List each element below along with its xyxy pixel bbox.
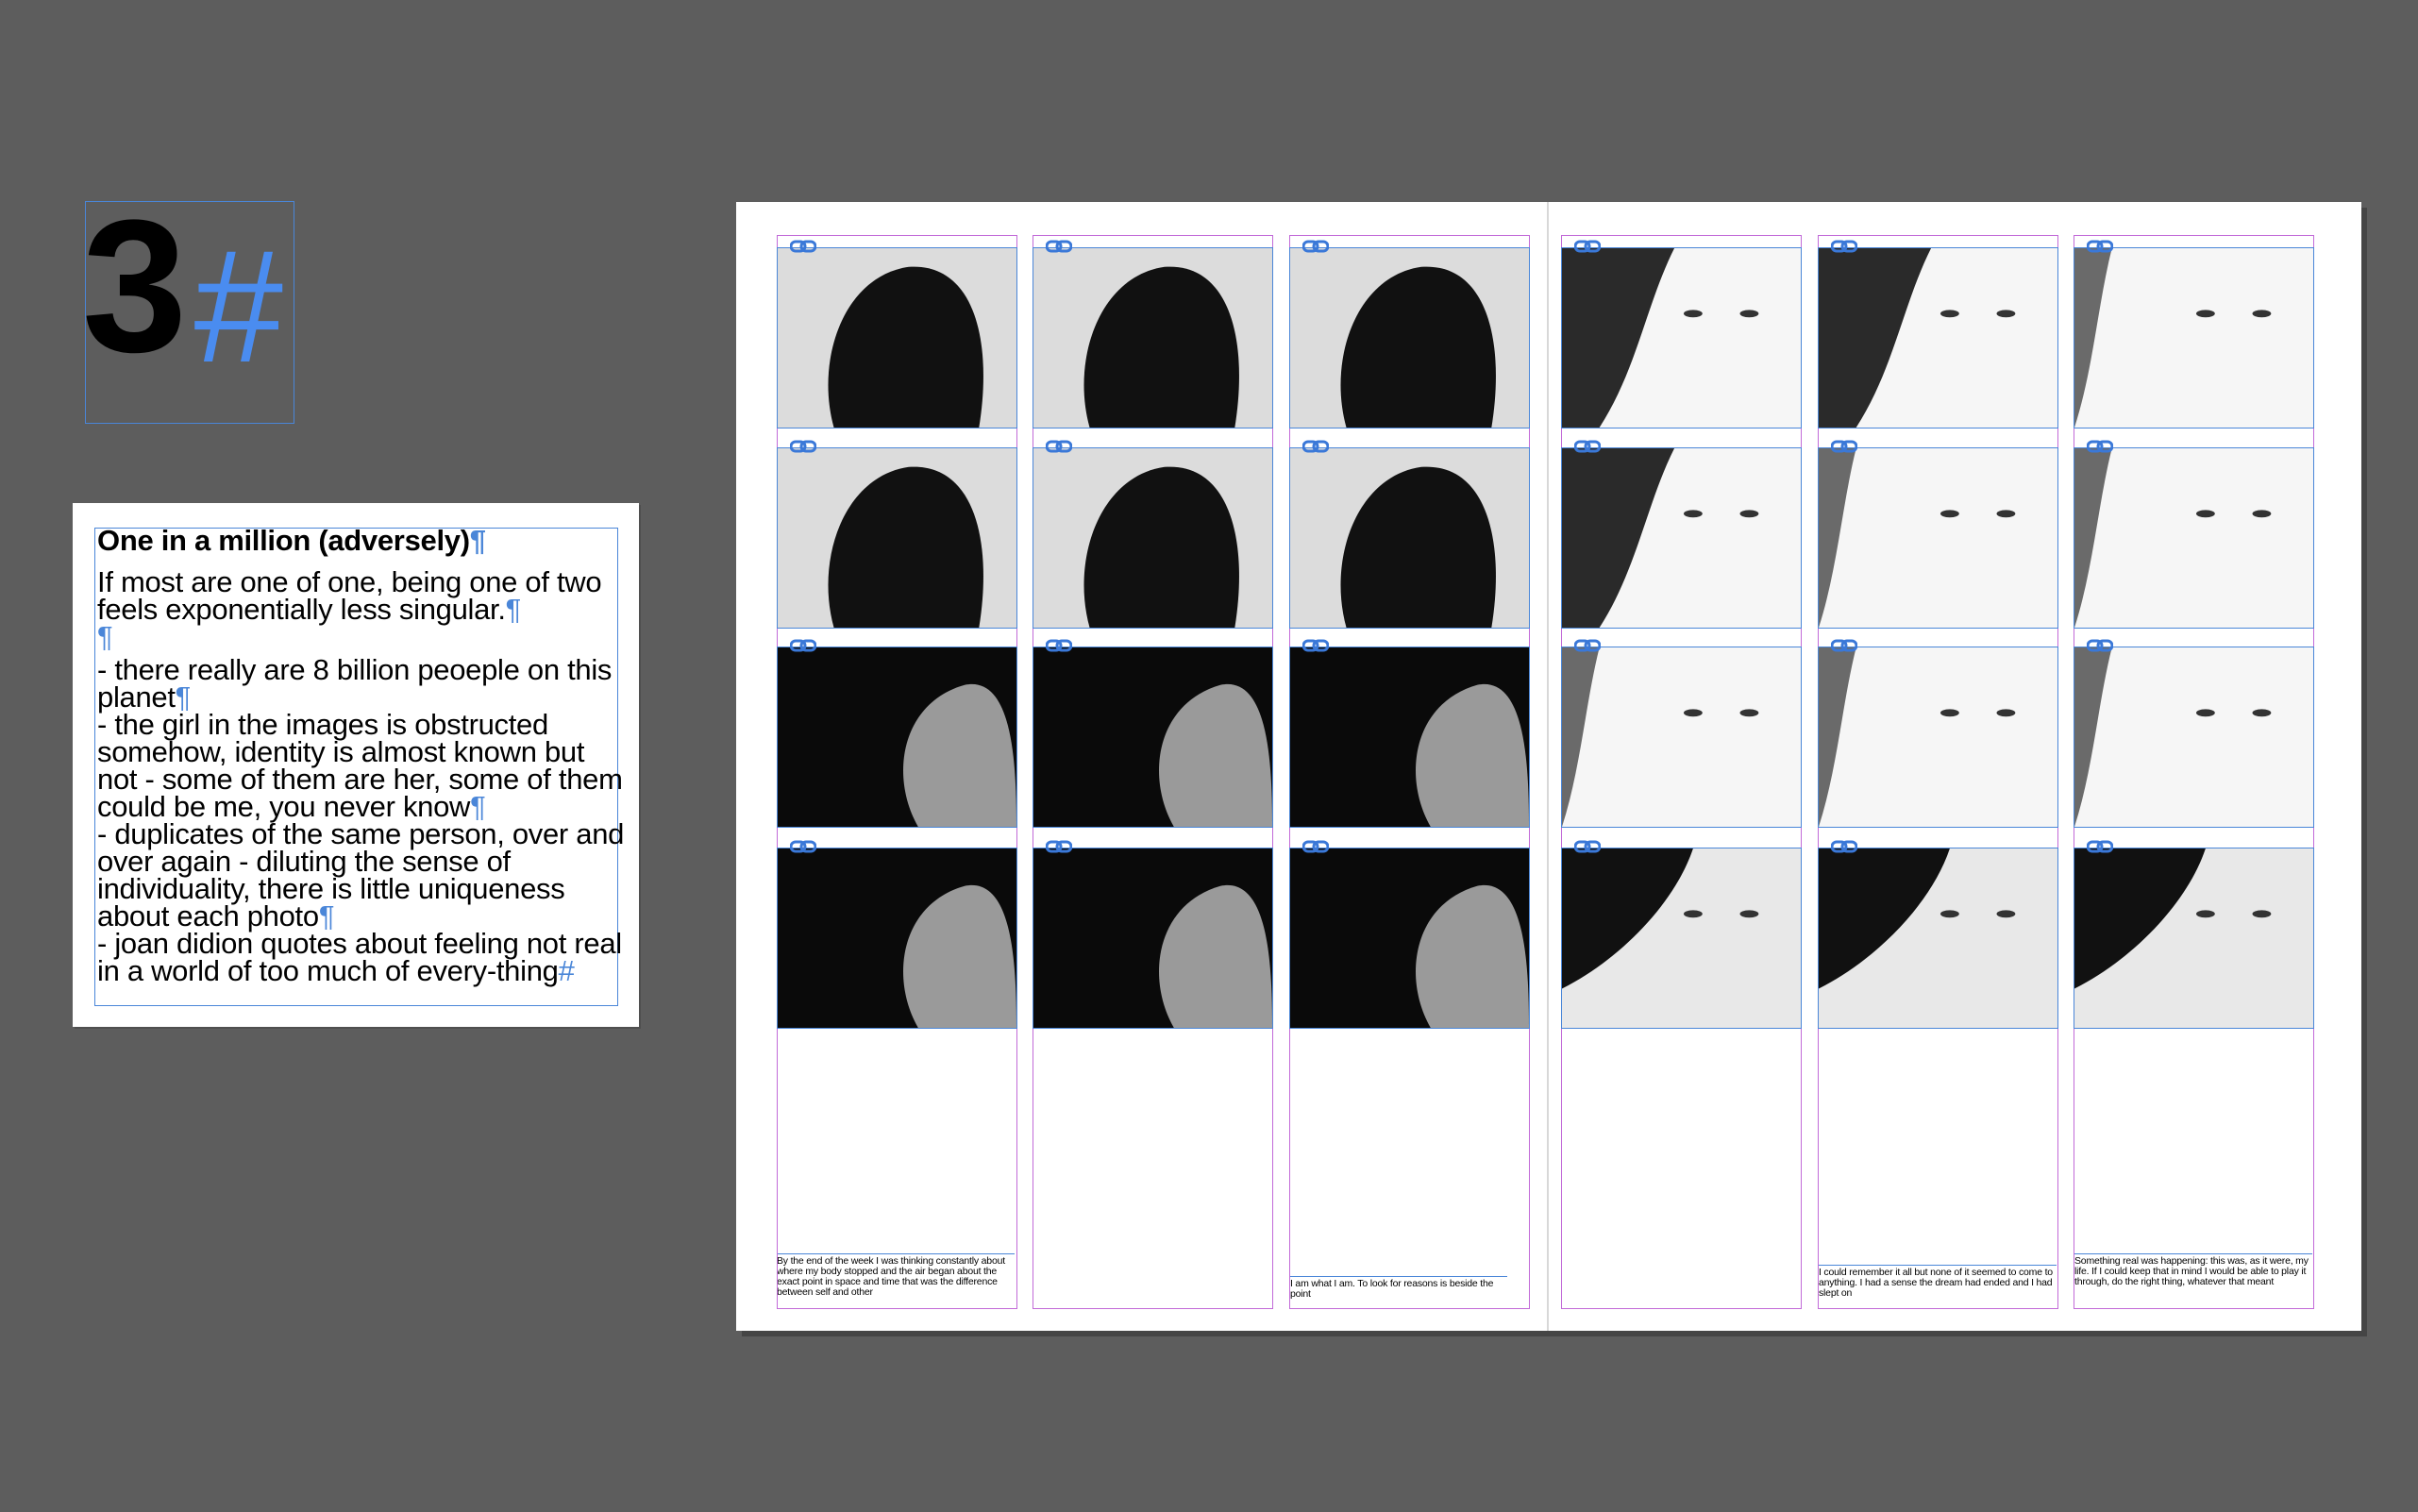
link-icon[interactable] [789,840,817,853]
notes-paragraph: - joan didion quotes about feeling not r… [97,927,622,987]
photo-frame[interactable] [1818,247,2058,428]
notes-paragraph: If most are one of one, being one of two… [97,565,602,626]
photo-frame[interactable] [1033,447,1273,629]
photo-frame[interactable] [1289,247,1530,428]
photo-frame[interactable] [1289,447,1530,629]
link-icon[interactable] [2086,240,2114,253]
document-spread[interactable]: By the end of the week I was thinking co… [736,202,2361,1331]
link-icon[interactable] [1830,440,1858,453]
link-icon[interactable] [1830,840,1858,853]
notes-text[interactable]: One in a million (adversely)¶ If most ar… [97,524,626,987]
link-icon[interactable] [2086,639,2114,652]
link-icon[interactable] [1301,840,1330,853]
notes-title: One in a million (adversely) [97,524,470,557]
link-icon[interactable] [1573,240,1602,253]
link-icon[interactable] [1045,840,1073,853]
notes-paragraph: - the girl in the images is obstructed s… [97,708,623,823]
link-icon[interactable] [1045,440,1073,453]
pilcrow-mark: ¶ [469,524,486,557]
link-icon[interactable] [1573,440,1602,453]
link-icon[interactable] [1301,240,1330,253]
link-icon[interactable] [2086,840,2114,853]
chapter-number: 3 [82,181,187,392]
link-icon[interactable] [1573,840,1602,853]
photo-frame[interactable] [1289,848,1530,1029]
link-icon[interactable] [1830,639,1858,652]
photo-frame[interactable] [1033,247,1273,428]
photo-frame[interactable] [2074,647,2314,828]
link-icon[interactable] [1045,240,1073,253]
photo-frame[interactable] [1561,247,1802,428]
photo-frame[interactable] [1561,447,1802,629]
spread-spine [1547,202,1549,1331]
hash-symbol: # [192,217,281,396]
number-tile[interactable]: 3 # [82,193,294,424]
link-icon[interactable] [789,240,817,253]
photo-frame[interactable] [1289,647,1530,828]
link-icon[interactable] [1301,639,1330,652]
photo-frame[interactable] [777,247,1017,428]
photo-frame[interactable] [2074,848,2314,1029]
photo-frame[interactable] [2074,447,2314,629]
photo-frame[interactable] [1561,848,1802,1029]
photo-frame[interactable] [1818,848,2058,1029]
link-icon[interactable] [2086,440,2114,453]
photo-frame[interactable] [777,647,1017,828]
notes-paragraph: - duplicates of the same person, over an… [97,817,625,932]
photo-frame[interactable] [1033,647,1273,828]
link-icon[interactable] [1830,240,1858,253]
link-icon[interactable] [789,440,817,453]
link-icon[interactable] [1301,440,1330,453]
notes-text-frame[interactable]: One in a million (adversely)¶ If most ar… [73,503,639,1027]
link-icon[interactable] [1045,639,1073,652]
link-icon[interactable] [789,639,817,652]
photo-frame[interactable] [2074,247,2314,428]
photo-frame[interactable] [1818,647,2058,828]
photo-frame[interactable] [1818,447,2058,629]
link-icon[interactable] [1573,639,1602,652]
photo-frame[interactable] [1561,647,1802,828]
photo-frame[interactable] [1033,848,1273,1029]
photo-frame[interactable] [777,848,1017,1029]
photo-frame[interactable] [777,447,1017,629]
